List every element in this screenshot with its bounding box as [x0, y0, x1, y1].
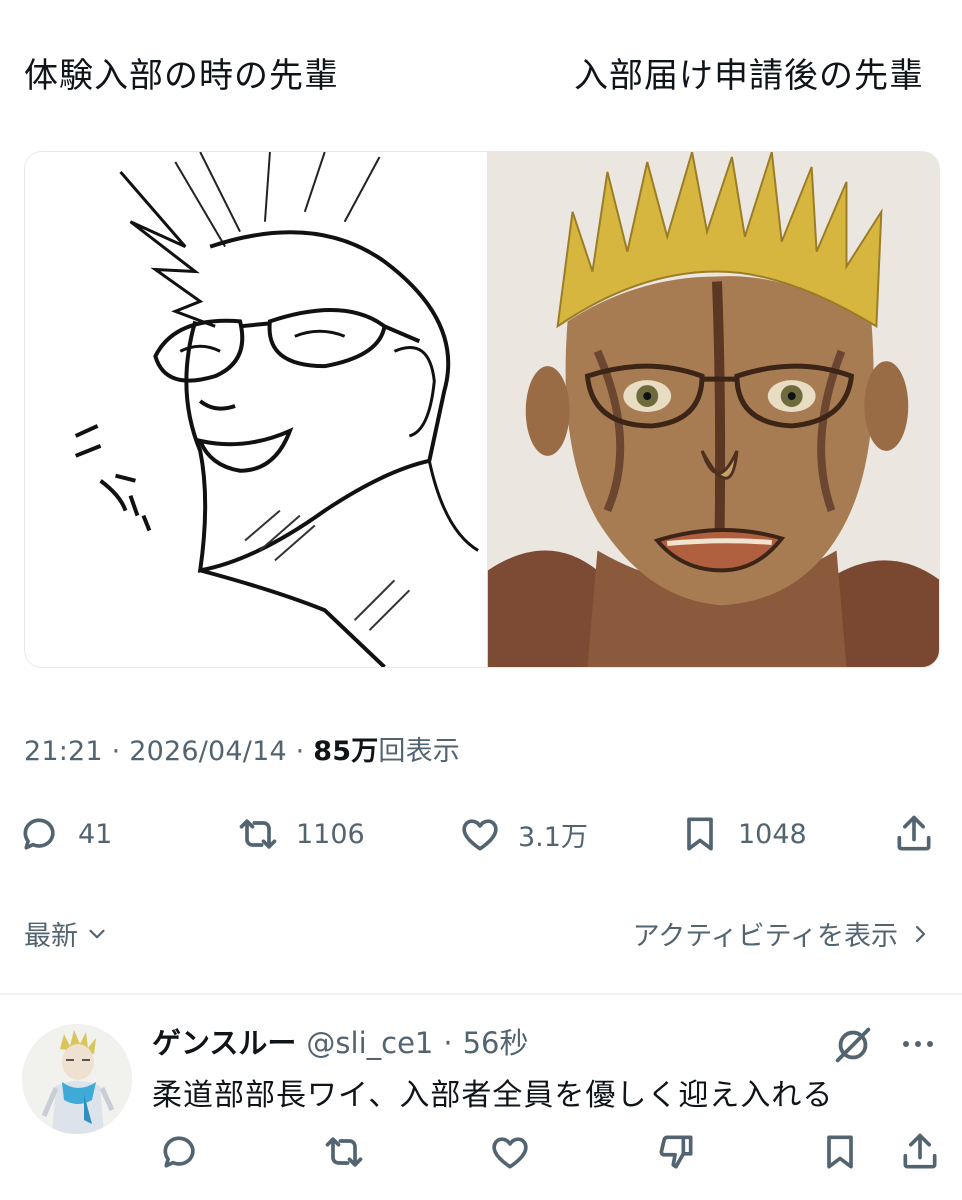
more-options-button[interactable] [898, 1028, 938, 1060]
manga-panel-image[interactable] [25, 152, 479, 667]
reply-like-button[interactable] [488, 1130, 532, 1174]
manga-drawing [74, 152, 479, 667]
sort-label: 最新 [24, 921, 78, 952]
like-button[interactable]: 3.1万 [458, 806, 588, 862]
reply-author-handle[interactable]: @sli_ce1 [306, 1026, 433, 1060]
repost-icon [239, 819, 277, 849]
chevron-down-icon [89, 929, 105, 938]
grok-icon [835, 1027, 871, 1063]
reply-timestamp[interactable]: 56秒 [463, 1020, 529, 1062]
reply-bookmark-button[interactable] [818, 1130, 862, 1174]
post-media[interactable] [24, 151, 940, 668]
repost-count: 1106 [296, 818, 365, 850]
bookmark-icon [687, 817, 713, 851]
view-activity-link[interactable]: アクティビティを表示 [633, 914, 932, 953]
share-icon [903, 1133, 937, 1169]
share-icon [897, 815, 931, 851]
grok-button[interactable] [830, 1022, 876, 1068]
reply-button[interactable]: 41 [18, 806, 112, 862]
heart-icon [492, 1137, 528, 1169]
bookmark-count: 1048 [738, 818, 807, 850]
chevron-right-icon [915, 925, 926, 942]
reply-downvote-button[interactable] [654, 1130, 698, 1174]
reply-text: 柔道部部長ワイ、入部者全員を優しく迎え入れる [152, 1078, 834, 1113]
reply-separator: · [443, 1026, 453, 1060]
post-meta: 21:21 · 2026/04/14 · 85万回表示 [24, 729, 460, 768]
sort-dropdown[interactable]: 最新 [24, 914, 110, 953]
reply-author-name[interactable]: ゲンスルー [152, 1020, 296, 1062]
image-caption-left: 体験入部の時の先輩 [24, 56, 339, 96]
repost-icon [325, 1137, 363, 1167]
avatar-image [22, 1024, 132, 1134]
reply-icon [163, 1136, 195, 1168]
reply-reply-button[interactable] [158, 1130, 202, 1174]
painted-portrait [487, 152, 939, 667]
reply-repost-button[interactable] [322, 1130, 366, 1174]
thumbs-down-icon [659, 1135, 693, 1169]
meta-separator: · [111, 736, 121, 767]
post-action-bar: 41 1106 3.1万 1048 [18, 806, 942, 862]
post-time: 21:21 [24, 736, 103, 767]
reply-icon [23, 818, 55, 850]
divider [0, 993, 962, 995]
repost-button[interactable]: 1106 [236, 806, 365, 862]
more-icon [903, 1041, 933, 1047]
share-button[interactable] [892, 806, 936, 862]
post-date: 2026/04/14 [129, 736, 287, 767]
activity-label: アクティビティを表示 [632, 921, 898, 952]
bookmark-button[interactable]: 1048 [678, 806, 807, 862]
reply-count: 41 [78, 818, 113, 850]
view-count-label: 回表示 [378, 736, 461, 767]
reply-share-button[interactable] [898, 1130, 942, 1174]
view-count: 85万 [313, 736, 379, 767]
heart-icon [462, 819, 498, 851]
reply-action-bar [150, 1130, 950, 1174]
reply-header: ゲンスルー @sli_ce1 · 56秒 [152, 1020, 529, 1062]
bookmark-icon [827, 1135, 853, 1169]
image-caption-right: 入部届け申請後の先輩 [574, 56, 924, 96]
avatar[interactable] [22, 1024, 132, 1134]
meta-separator: · [295, 736, 305, 767]
like-count: 3.1万 [518, 821, 588, 853]
painted-portrait-image[interactable] [487, 152, 939, 667]
